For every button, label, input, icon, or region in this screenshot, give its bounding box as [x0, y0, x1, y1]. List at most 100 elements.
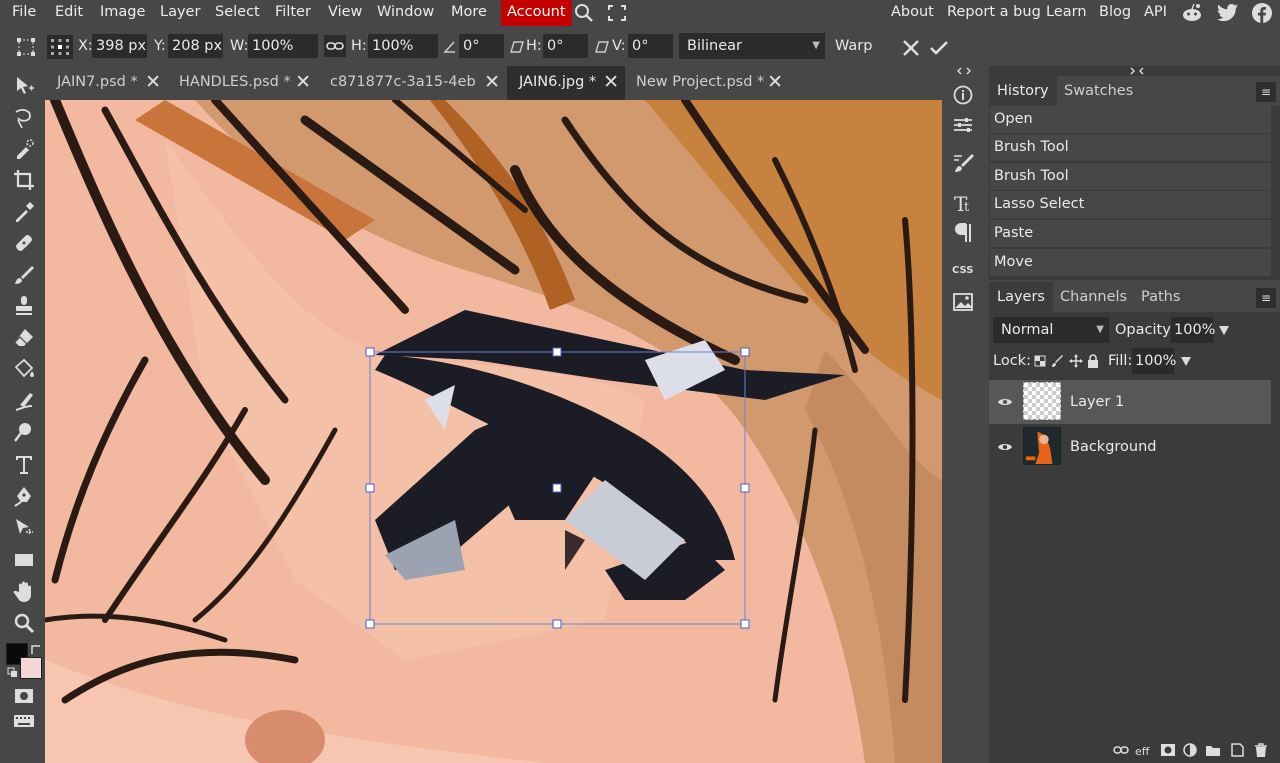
character-icon[interactable]: Tt: [948, 190, 978, 216]
adjustment-layer-icon[interactable]: [1182, 743, 1198, 757]
rectangle-select-icon[interactable]: [12, 106, 36, 130]
dodge-tool-icon[interactable]: [12, 420, 36, 444]
history-item[interactable]: Paste: [990, 220, 1271, 247]
menu-edit[interactable]: Edit: [49, 0, 89, 26]
collapse-panels-icon[interactable]: [1129, 66, 1145, 76]
rectangle-shape-icon[interactable]: [12, 548, 36, 572]
smudge-tool-icon[interactable]: [12, 389, 36, 413]
fill-field[interactable]: 100%: [1132, 348, 1176, 374]
tab-jain7[interactable]: JAIN7.psd * ✕: [45, 66, 167, 100]
background-color-swatch[interactable]: [20, 657, 42, 679]
opacity-dropdown-icon[interactable]: [1218, 324, 1230, 336]
link-report-bug[interactable]: Report a bug: [941, 0, 1047, 26]
default-colors-icon[interactable]: [7, 667, 19, 679]
tab-new-project[interactable]: New Project.psd * ✕: [624, 66, 789, 100]
y-position-field[interactable]: 208 px: [168, 34, 223, 58]
menu-filter[interactable]: Filter: [269, 0, 317, 26]
skew-v-field[interactable]: 0°: [628, 34, 673, 58]
image-panel-icon[interactable]: [948, 289, 978, 315]
css-panel-button[interactable]: CSS: [952, 265, 973, 276]
lock-transparency-icon[interactable]: [1034, 355, 1046, 367]
link-blog[interactable]: Blog: [1093, 0, 1137, 26]
quick-select-icon[interactable]: [12, 137, 36, 161]
pen-tool-icon[interactable]: [12, 484, 36, 508]
tab-swatches[interactable]: Swatches: [1056, 76, 1141, 106]
layer-row[interactable]: Background: [989, 425, 1271, 469]
spot-heal-icon[interactable]: [12, 231, 36, 255]
layer-effects-icon[interactable]: eff: [1135, 743, 1151, 757]
warp-button[interactable]: Warp: [835, 34, 872, 58]
commit-transform-icon[interactable]: [929, 39, 949, 57]
facebook-icon[interactable]: [1250, 3, 1274, 23]
lock-position-icon[interactable]: [1069, 354, 1083, 368]
tab-channels[interactable]: Channels: [1052, 282, 1135, 312]
search-icon[interactable]: [573, 3, 595, 23]
crop-tool-icon[interactable]: [12, 168, 36, 192]
history-item[interactable]: Lasso Select: [990, 191, 1271, 218]
lock-all-icon[interactable]: [1087, 354, 1099, 368]
link-about[interactable]: About: [885, 0, 940, 26]
paragraph-icon[interactable]: [948, 220, 978, 246]
visibility-eye-icon[interactable]: [997, 439, 1013, 455]
link-proportions-icon[interactable]: [324, 35, 346, 57]
eraser-tool-icon[interactable]: [12, 326, 36, 350]
visibility-eye-icon[interactable]: [997, 394, 1013, 410]
skew-h-field[interactable]: 0°: [543, 34, 588, 58]
fill-dropdown-icon[interactable]: [1180, 355, 1192, 367]
close-icon[interactable]: ✕: [145, 66, 161, 98]
layers-scrollbar[interactable]: [1271, 380, 1280, 732]
link-layers-icon[interactable]: [1113, 743, 1129, 757]
opacity-field[interactable]: 100%: [1171, 317, 1215, 343]
blend-mode-select[interactable]: Normal ▼: [993, 317, 1109, 343]
fullscreen-icon[interactable]: [606, 3, 628, 23]
reference-point-icon[interactable]: [47, 35, 73, 59]
eyedropper-icon[interactable]: [12, 200, 36, 224]
angle-field[interactable]: 0°: [459, 34, 504, 58]
history-scrollbar[interactable]: [1272, 106, 1280, 278]
x-position-field[interactable]: 398 px: [92, 34, 147, 58]
move-tool-icon[interactable]: [12, 74, 36, 98]
tab-history[interactable]: History: [989, 76, 1057, 106]
clone-stamp-icon[interactable]: [12, 294, 36, 318]
twitter-icon[interactable]: [1216, 3, 1240, 23]
menu-image[interactable]: Image: [94, 0, 151, 26]
close-icon[interactable]: ✕: [603, 66, 619, 98]
brush-settings-icon[interactable]: [948, 150, 978, 176]
history-item[interactable]: Open: [990, 106, 1271, 133]
menu-view[interactable]: View: [322, 0, 368, 26]
close-icon[interactable]: ✕: [295, 66, 311, 98]
tab-c871877c[interactable]: c871877c-3a15-4eb * ✕: [318, 66, 506, 100]
adjustments-icon[interactable]: [948, 112, 978, 138]
menu-more[interactable]: More: [445, 0, 493, 26]
reddit-icon[interactable]: [1180, 3, 1204, 23]
menu-layer[interactable]: Layer: [154, 0, 206, 26]
quick-mask-icon[interactable]: [12, 684, 36, 708]
layer-row[interactable]: Layer 1: [989, 380, 1271, 424]
zoom-tool-icon[interactable]: [12, 611, 36, 635]
link-api[interactable]: API: [1138, 0, 1173, 26]
type-tool-icon[interactable]: [12, 452, 36, 476]
new-group-icon[interactable]: [1205, 743, 1221, 757]
panel-menu-icon[interactable]: ≡: [1256, 288, 1276, 308]
expand-panels-icon[interactable]: [956, 66, 972, 76]
history-item[interactable]: Move: [990, 249, 1271, 276]
history-item[interactable]: Brush Tool: [990, 134, 1271, 161]
tab-layers[interactable]: Layers: [989, 282, 1053, 312]
swap-colors-icon[interactable]: [30, 644, 42, 656]
tab-handles[interactable]: HANDLES.psd * ✕: [167, 66, 317, 100]
close-icon[interactable]: ✕: [767, 66, 783, 98]
canvas[interactable]: [45, 100, 942, 763]
height-field[interactable]: 100%: [368, 34, 438, 58]
account-button[interactable]: Account: [501, 0, 572, 26]
menu-file[interactable]: File: [6, 0, 42, 26]
paint-bucket-icon[interactable]: [12, 357, 36, 381]
menu-select[interactable]: Select: [209, 0, 266, 26]
history-item[interactable]: Brush Tool: [990, 163, 1271, 190]
cancel-transform-icon[interactable]: [902, 39, 920, 57]
lock-pixels-icon[interactable]: [1051, 354, 1064, 368]
width-field[interactable]: 100%: [248, 34, 318, 58]
interpolation-select[interactable]: Bilinear ▼: [679, 33, 825, 59]
delete-layer-icon[interactable]: [1253, 743, 1269, 757]
brush-tool-icon[interactable]: [12, 263, 36, 287]
path-select-icon[interactable]: [12, 516, 36, 540]
